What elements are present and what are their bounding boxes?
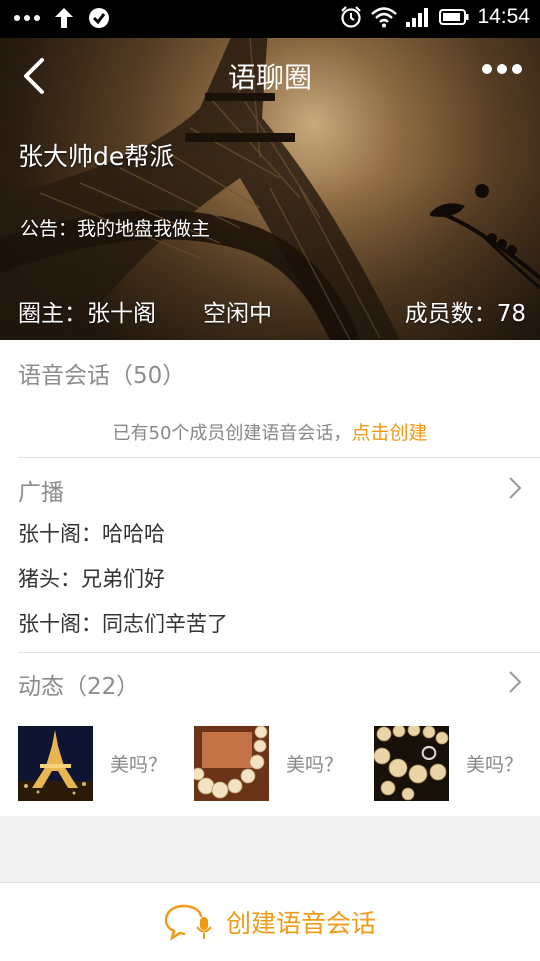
member-count: 成员数：78 — [404, 301, 526, 327]
moment-caption: 美吗？ — [286, 754, 344, 776]
pearl-necklace-thumbnail — [194, 726, 269, 801]
chevron-right-icon — [509, 671, 522, 693]
voice-chat-icon — [164, 904, 212, 941]
page-title: 语聊圈 — [227, 61, 312, 94]
voice-info: 已有50个成员创建语音会话，点击创建 — [0, 418, 540, 445]
broadcast-message[interactable]: 猪头：兄弟们好 — [18, 563, 165, 593]
moment-caption: 美吗？ — [110, 754, 168, 776]
create-voice-session-button[interactable]: 创建语音会话 — [0, 883, 540, 961]
moment-item[interactable]: 美吗？ — [18, 726, 167, 801]
status-time: 14:54 — [477, 5, 530, 28]
more-dots-icon — [14, 15, 40, 21]
check-circle-icon — [89, 8, 109, 28]
moments-header[interactable]: 动态（22） — [0, 653, 540, 713]
group-notice: 公告：我的地盘我做主 — [20, 218, 211, 240]
create-voice-link[interactable]: 点击创建 — [351, 422, 427, 444]
broadcast-title: 广播 — [18, 480, 64, 506]
wifi-icon — [371, 7, 398, 28]
chanel-pearls-thumbnail — [374, 726, 449, 801]
signal-icon — [406, 8, 429, 27]
moment-item[interactable]: 美吗？ — [194, 726, 343, 801]
create-voice-session-label: 创建语音会话 — [225, 909, 376, 938]
voice-info-text: 已有50个成员创建语音会话， — [112, 423, 352, 444]
battery-icon — [439, 9, 469, 25]
broadcast-message[interactable]: 张十阁：哈哈哈 — [18, 518, 165, 548]
moment-item[interactable]: 美吗？ — [374, 726, 523, 801]
upload-arrow-icon — [55, 8, 73, 28]
alarm-icon — [341, 6, 362, 28]
bottom-bar: 创建语音会话 — [0, 882, 540, 961]
eiffel-tower-night-thumbnail — [18, 726, 93, 801]
voice-section-title: 语音会话（50） — [18, 363, 186, 389]
more-options-icon[interactable] — [482, 64, 522, 74]
moments-title: 动态（22） — [18, 674, 140, 700]
status-bar: 14:54 — [0, 0, 540, 38]
group-owner: 圈主：张十阁 — [18, 301, 156, 327]
moment-caption: 美吗？ — [466, 754, 524, 776]
group-name: 张大帅de帮派 — [18, 142, 175, 171]
broadcast-message[interactable]: 张十阁：同志们辛苦了 — [18, 608, 228, 638]
chevron-right-icon — [509, 477, 522, 499]
broadcast-header[interactable]: 广播 — [0, 458, 540, 514]
owner-status: 空闲中 — [203, 301, 272, 327]
group-header: 语聊圈 张大帅de帮派 公告：我的地盘我做主 圈主：张十阁 空闲中 成员数：78 — [0, 38, 540, 340]
content-panel: 语音会话（50） 已有50个成员创建语音会话，点击创建 广播 张十阁：哈哈哈 猪… — [0, 340, 540, 816]
